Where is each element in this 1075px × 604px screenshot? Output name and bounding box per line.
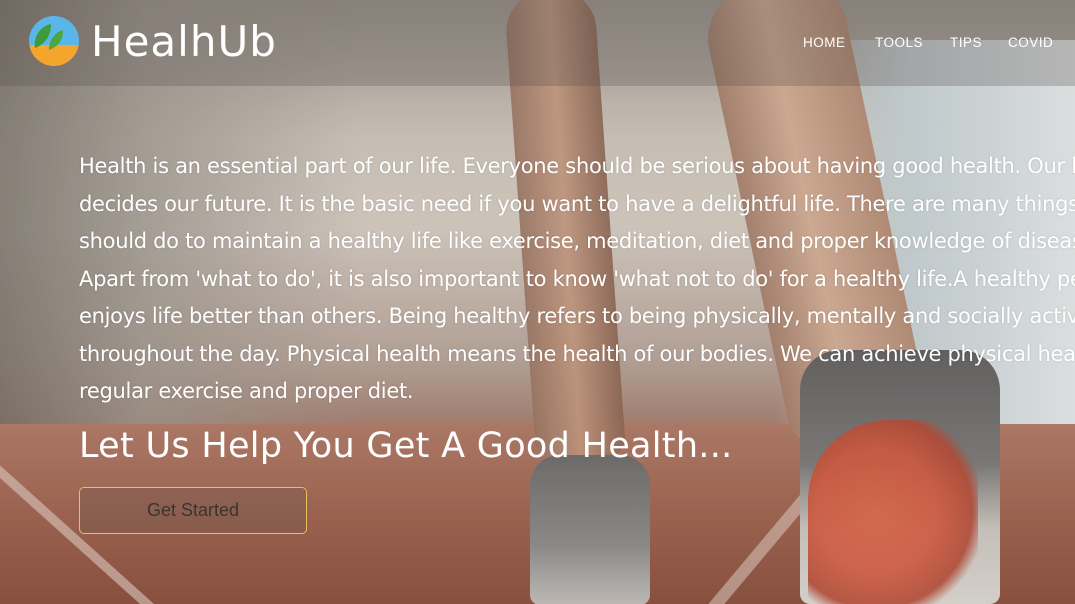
intro-section: Health is an essential part of our life.… xyxy=(79,148,1075,411)
nav-link-tips[interactable]: TIPS xyxy=(950,35,982,50)
paragraph-line: enjoys life better than others. Being he… xyxy=(79,304,1075,328)
paragraph-line: Health is an essential part of our life.… xyxy=(79,154,1075,178)
paragraph-line: regular exercise and proper diet. xyxy=(79,379,414,403)
paragraph-line: Apart from 'what to do', it is also impo… xyxy=(79,266,1075,291)
navbar: HealhUb HOME TOOLS TIPS COVID xyxy=(0,0,1075,86)
get-started-button[interactable]: Get Started xyxy=(79,487,307,534)
nav-link-covid[interactable]: COVID xyxy=(1008,35,1053,50)
paragraph-line: throughout the day. Physical health mean… xyxy=(79,341,1075,366)
leaf-logo-icon[interactable] xyxy=(29,16,79,68)
intro-paragraph: Health is an essential part of our life.… xyxy=(79,148,1075,411)
nav-link-tools[interactable]: TOOLS xyxy=(875,35,923,50)
brand-name[interactable]: HealhUb xyxy=(91,14,277,70)
nav-link-home[interactable]: HOME xyxy=(803,35,846,50)
paragraph-line: should do to maintain a healthy life lik… xyxy=(79,229,1075,253)
hero-headline: Let Us Help You Get A Good Health... xyxy=(79,426,733,466)
paragraph-line: decides our future. It is the basic need… xyxy=(79,191,1075,216)
